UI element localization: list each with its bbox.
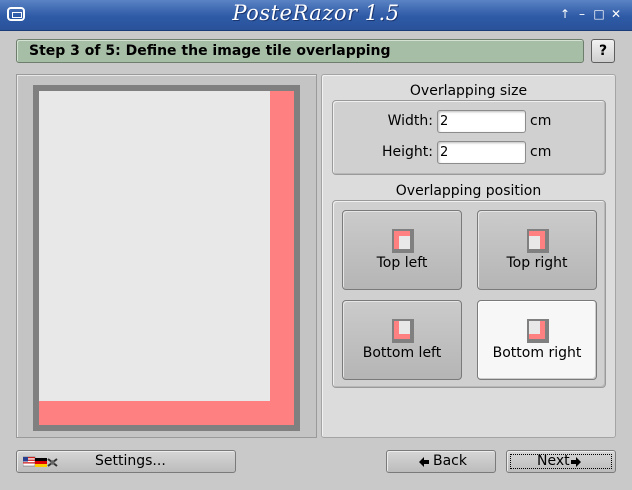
preview-overlap-area [39,91,294,425]
top-left-label: Top left [376,255,428,271]
arrow-right-icon [571,457,581,467]
height-unit: cm [530,144,552,160]
settings-button[interactable]: Settings... [16,450,236,473]
window-title: PosteRazor 1.5 [232,1,400,25]
overlapping-size-title: Overlapping size [409,83,528,99]
bottom-right-label: Bottom right [492,345,582,361]
bottom-left-icon [392,319,414,343]
top-left-button[interactable]: Top left [342,210,462,290]
height-label: Height: [382,144,433,160]
preview-page-frame [33,85,300,431]
width-input[interactable]: 2 [437,110,526,133]
bottom-left-button[interactable]: Bottom left [342,300,462,380]
width-label: Width: [387,113,433,129]
top-right-label: Top right [506,255,568,271]
close-icon[interactable]: ✕ [608,6,624,22]
settings-panel: Overlapping size Width: 2 cm Height: 2 c… [321,74,616,438]
width-unit: cm [530,113,552,129]
bottom-left-label: Bottom left [362,345,442,361]
bottom-right-button[interactable]: Bottom right [477,300,597,380]
back-button[interactable]: Back [386,450,496,473]
step-header: Step 3 of 5: Define the image tile overl… [16,39,584,63]
title-bar: PosteRazor 1.5 ↑ – □ ✕ [0,0,632,31]
overlapping-position-title: Overlapping position [395,183,542,199]
poster-preview [16,74,317,438]
flags-settings-icon [23,456,58,467]
next-label: Next [537,453,570,469]
top-left-icon [392,229,414,253]
preview-tile-area [39,91,270,401]
height-input[interactable]: 2 [437,141,526,164]
keep-above-icon[interactable]: ↑ [557,6,573,22]
settings-label: Settings... [95,453,166,469]
bottom-right-icon [527,319,549,343]
top-right-icon [527,229,549,253]
minimize-icon[interactable]: – [574,6,590,22]
overlapping-position-group: Top left Top right Bottom left Bottom ri… [332,200,606,388]
next-button[interactable]: Next [506,450,616,473]
maximize-icon[interactable]: □ [591,6,607,22]
top-right-button[interactable]: Top right [477,210,597,290]
arrow-left-icon [419,457,429,467]
back-label: Back [433,453,467,469]
help-button[interactable]: ? [591,39,615,63]
step-title: Step 3 of 5: Define the image tile overl… [29,43,391,59]
overlapping-size-group: Width: 2 cm Height: 2 cm [332,100,606,175]
